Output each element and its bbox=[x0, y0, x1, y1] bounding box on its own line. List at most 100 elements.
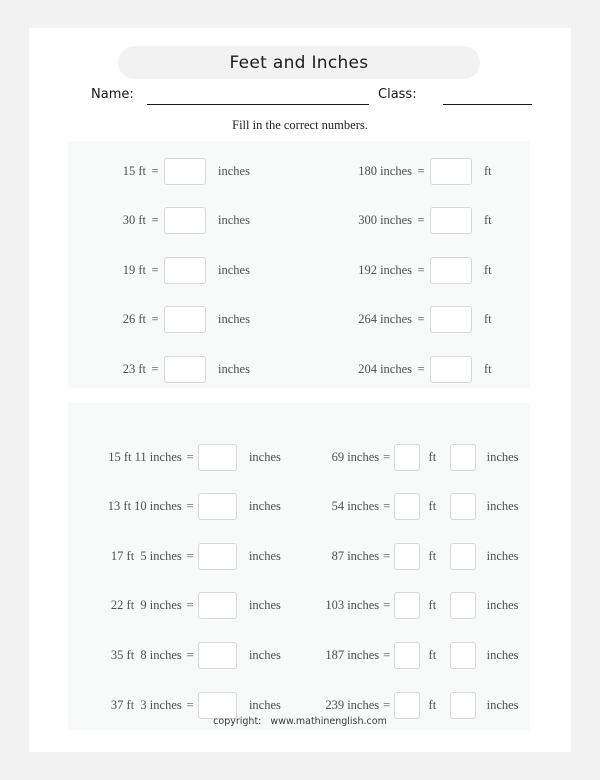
problem-right: 69 inches = ft inches bbox=[304, 443, 530, 471]
problem-unit-feet: ft bbox=[428, 697, 437, 712]
problem-question: 15 ft 11 inches bbox=[108, 449, 182, 464]
equals-sign: = bbox=[417, 361, 425, 376]
copyright-footer: copyright: www.mathinenglish.com bbox=[213, 716, 387, 727]
problem-right: 204 inches = ft bbox=[304, 355, 530, 383]
answer-box[interactable] bbox=[198, 691, 237, 719]
problem-left: 17 ft 5 inches = inches bbox=[68, 542, 304, 570]
answer-box[interactable] bbox=[430, 256, 472, 284]
answer-box[interactable] bbox=[430, 306, 472, 334]
problem-unit-feet: ft bbox=[428, 647, 437, 662]
problem-question: 13 ft 10 inches bbox=[107, 499, 182, 514]
answer-box[interactable] bbox=[430, 355, 472, 383]
equals-sign: = bbox=[151, 312, 159, 327]
answer-box[interactable] bbox=[450, 443, 476, 471]
equals-sign: = bbox=[383, 548, 391, 563]
problem-right: 300 inches = ft bbox=[304, 207, 530, 235]
answer-box[interactable] bbox=[450, 641, 476, 669]
problem-unit-inches: inches bbox=[486, 499, 519, 514]
page-title: Feet and Inches bbox=[229, 52, 369, 73]
class-input-line[interactable] bbox=[443, 104, 532, 105]
problem-question: 35 ft 8 inches bbox=[110, 647, 182, 662]
answer-box[interactable] bbox=[450, 592, 476, 620]
table-row: 19 ft = inches 192 inches = ft bbox=[68, 256, 530, 284]
problem-unit-inches: inches bbox=[486, 598, 519, 613]
problem-question: 187 inches bbox=[325, 647, 380, 662]
problem-left: 19 ft = inches bbox=[68, 256, 304, 284]
problem-unit: inches bbox=[218, 163, 250, 178]
problem-question: 37 ft 3 inches bbox=[110, 697, 182, 712]
problem-left: 30 ft = inches bbox=[68, 207, 304, 235]
table-row: 13 ft 10 inches = inches 54 inches = ft inches bbox=[68, 493, 530, 521]
problem-unit: inches bbox=[218, 262, 250, 277]
equals-sign: = bbox=[151, 262, 159, 277]
problem-question: 19 ft bbox=[122, 262, 146, 277]
answer-box[interactable] bbox=[394, 691, 420, 719]
problem-unit-feet: ft bbox=[428, 598, 437, 613]
answer-box[interactable] bbox=[394, 493, 420, 521]
answer-box[interactable] bbox=[430, 157, 472, 185]
answer-box[interactable] bbox=[394, 443, 420, 471]
problem-unit: inches bbox=[248, 449, 281, 464]
student-info-row: Name: Class: bbox=[29, 86, 571, 108]
problem-unit-feet: ft bbox=[428, 499, 437, 514]
problem-question: 103 inches bbox=[325, 598, 380, 613]
answer-box[interactable] bbox=[198, 641, 237, 669]
problem-question: 23 ft bbox=[122, 361, 146, 376]
problem-unit: inches bbox=[218, 312, 250, 327]
answer-box[interactable] bbox=[394, 641, 420, 669]
equals-sign: = bbox=[186, 548, 194, 563]
answer-box[interactable] bbox=[394, 592, 420, 620]
problem-right: 87 inches = ft inches bbox=[304, 542, 530, 570]
problem-question: 22 ft 9 inches bbox=[110, 598, 182, 613]
equals-sign: = bbox=[186, 499, 194, 514]
answer-box[interactable] bbox=[450, 691, 476, 719]
name-input-line[interactable] bbox=[147, 104, 369, 105]
answer-box[interactable] bbox=[430, 207, 472, 235]
worksheet-title-banner: Feet and Inches bbox=[118, 46, 480, 79]
answer-box[interactable] bbox=[198, 443, 237, 471]
answer-box[interactable] bbox=[198, 542, 237, 570]
problem-left: 15 ft = inches bbox=[68, 157, 304, 185]
problem-unit-feet: ft bbox=[428, 548, 437, 563]
answer-box[interactable] bbox=[164, 207, 206, 235]
problem-question: 69 inches bbox=[331, 449, 380, 464]
answer-box[interactable] bbox=[164, 306, 206, 334]
equals-sign: = bbox=[186, 697, 194, 712]
problem-question: 239 inches bbox=[325, 697, 380, 712]
problem-question: 180 inches bbox=[358, 163, 412, 178]
problem-left: 26 ft = inches bbox=[68, 306, 304, 334]
answer-box[interactable] bbox=[164, 157, 206, 185]
table-row: 26 ft = inches 264 inches = ft bbox=[68, 306, 530, 334]
problem-right: 187 inches = ft inches bbox=[304, 641, 530, 669]
problem-question: 300 inches bbox=[358, 213, 412, 228]
answer-box[interactable] bbox=[450, 542, 476, 570]
answer-box[interactable] bbox=[198, 493, 237, 521]
problem-unit: inches bbox=[218, 213, 250, 228]
equals-sign: = bbox=[417, 163, 425, 178]
equals-sign: = bbox=[383, 598, 391, 613]
problem-unit: inches bbox=[218, 361, 250, 376]
answer-box[interactable] bbox=[164, 256, 206, 284]
problem-unit-inches: inches bbox=[486, 697, 519, 712]
section-1-panel: 15 ft = inches 180 inches = ft 30 ft = inches 300… bbox=[68, 141, 530, 388]
problem-unit: inches bbox=[248, 548, 281, 563]
problem-right: 54 inches = ft inches bbox=[304, 493, 530, 521]
problem-unit: ft bbox=[484, 262, 492, 277]
table-row: 30 ft = inches 300 inches = ft bbox=[68, 207, 530, 235]
problem-unit-inches: inches bbox=[486, 548, 519, 563]
problem-left: 35 ft 8 inches = inches bbox=[68, 641, 304, 669]
problem-unit-feet: ft bbox=[428, 449, 437, 464]
equals-sign: = bbox=[417, 262, 425, 277]
answer-box[interactable] bbox=[450, 493, 476, 521]
answer-box[interactable] bbox=[394, 542, 420, 570]
class-label: Class: bbox=[378, 87, 417, 102]
problem-right: 103 inches = ft inches bbox=[304, 592, 530, 620]
problem-unit: ft bbox=[484, 312, 492, 327]
answer-box[interactable] bbox=[164, 355, 206, 383]
equals-sign: = bbox=[151, 361, 159, 376]
problem-unit-inches: inches bbox=[486, 449, 519, 464]
problem-right: 264 inches = ft bbox=[304, 306, 530, 334]
equals-sign: = bbox=[151, 163, 159, 178]
answer-box[interactable] bbox=[198, 592, 237, 620]
equals-sign: = bbox=[151, 213, 159, 228]
